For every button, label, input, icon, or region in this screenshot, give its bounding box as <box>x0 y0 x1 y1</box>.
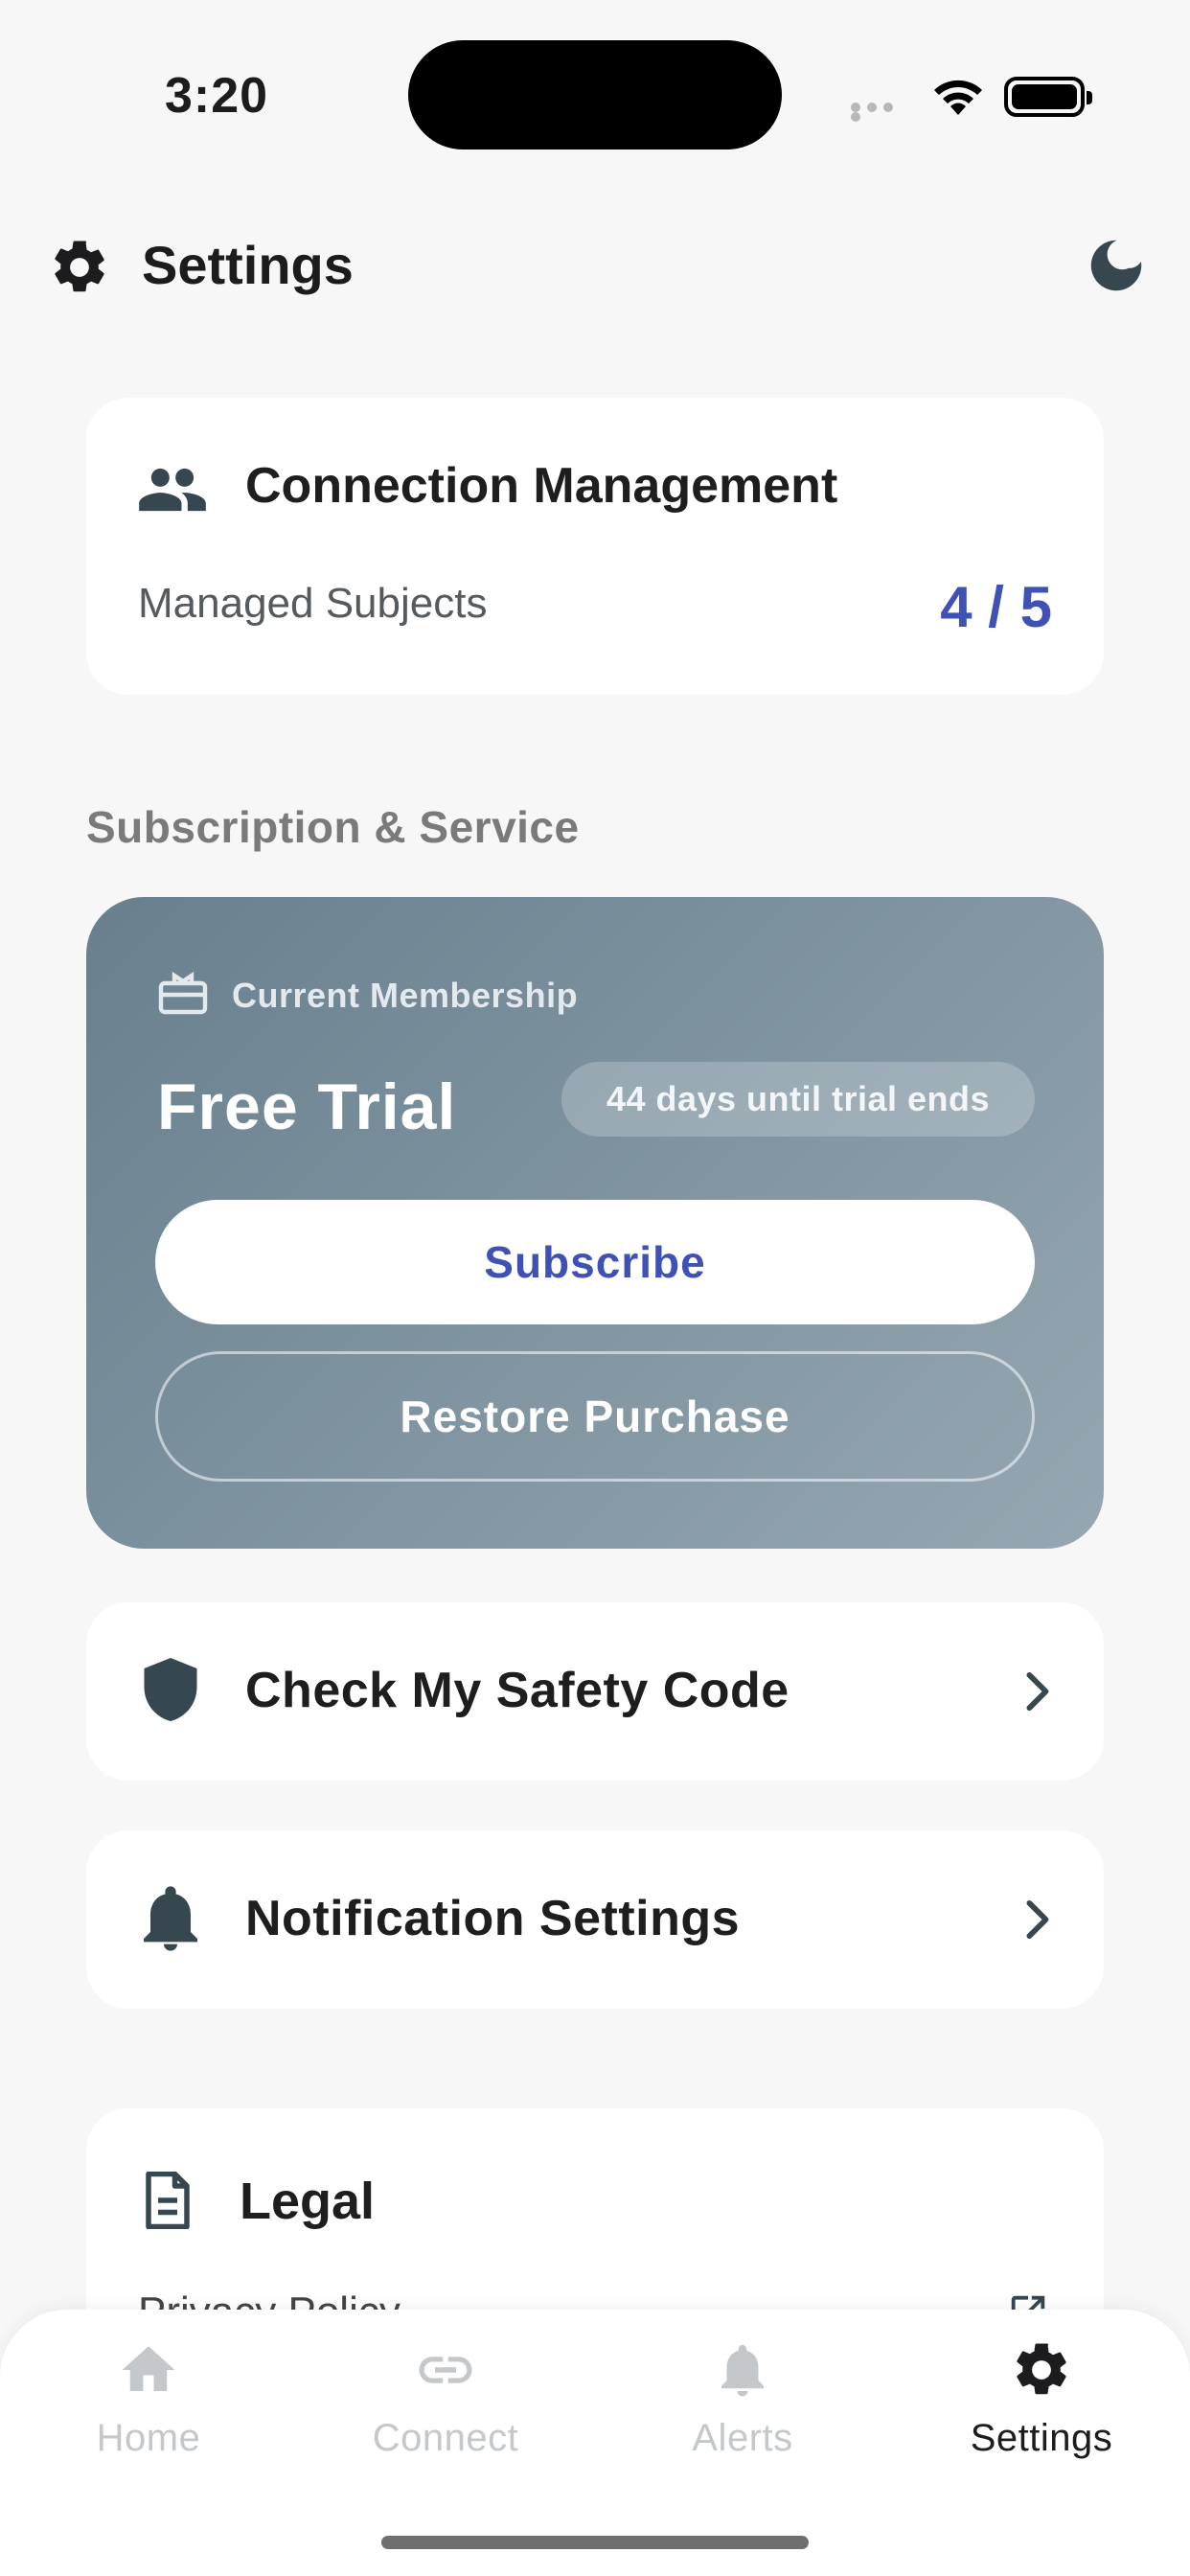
tab-alerts-label: Alerts <box>692 2417 793 2459</box>
tab-home-label: Home <box>96 2417 201 2459</box>
membership-label: Current Membership <box>232 976 579 1015</box>
connection-title: Connection Management <box>245 458 838 514</box>
wifi-icon <box>934 80 982 115</box>
restore-purchase-button[interactable]: Restore Purchase <box>155 1351 1035 1482</box>
trial-days-badge: 44 days until trial ends <box>561 1062 1035 1137</box>
people-icon <box>139 468 206 512</box>
managed-subjects-label: Managed Subjects <box>138 580 488 627</box>
tab-home[interactable]: Home <box>0 2338 297 2472</box>
managed-subjects-count: 4 / 5 <box>940 575 1052 639</box>
chevron-right-icon <box>1026 1899 1049 1940</box>
dynamic-island <box>408 40 782 150</box>
chevron-right-icon <box>1026 1671 1049 1712</box>
safety-code-label: Check My Safety Code <box>245 1663 790 1718</box>
bell-icon <box>721 2344 764 2397</box>
link-icon <box>419 2357 472 2383</box>
shield-icon <box>144 1658 197 1721</box>
tab-settings[interactable]: Settings <box>893 2338 1190 2472</box>
subscription-section-label: Subscription & Service <box>86 802 580 852</box>
gear-icon <box>55 241 104 292</box>
page-title: Settings <box>142 235 354 295</box>
battery-icon <box>1004 77 1092 117</box>
membership-card: Current Membership Free Trial 44 days un… <box>86 897 1104 1549</box>
home-icon <box>122 2346 175 2391</box>
connection-management-card[interactable]: Connection Management Managed Subjects 4… <box>86 398 1104 695</box>
tab-connect-label: Connect <box>372 2417 519 2459</box>
notification-settings-label: Notification Settings <box>245 1891 741 1946</box>
bell-icon <box>144 1886 197 1951</box>
cellular-signal-icon <box>851 103 912 122</box>
document-icon <box>146 2172 190 2229</box>
safety-code-row[interactable]: Check My Safety Code <box>86 1602 1104 1781</box>
plan-name: Free Trial <box>157 1070 457 1143</box>
home-indicator <box>381 2536 809 2549</box>
membership-card-icon <box>158 972 208 1015</box>
moon-icon[interactable] <box>1083 232 1150 299</box>
gear-icon <box>1017 2343 1066 2395</box>
tab-alerts[interactable]: Alerts <box>594 2338 891 2472</box>
subscribe-button[interactable]: Subscribe <box>155 1200 1035 1324</box>
status-time: 3:20 <box>165 68 269 124</box>
tab-settings-label: Settings <box>970 2417 1113 2459</box>
notification-settings-row[interactable]: Notification Settings <box>86 1830 1104 2009</box>
tab-connect[interactable]: Connect <box>297 2338 594 2472</box>
legal-title: Legal <box>240 2173 376 2230</box>
